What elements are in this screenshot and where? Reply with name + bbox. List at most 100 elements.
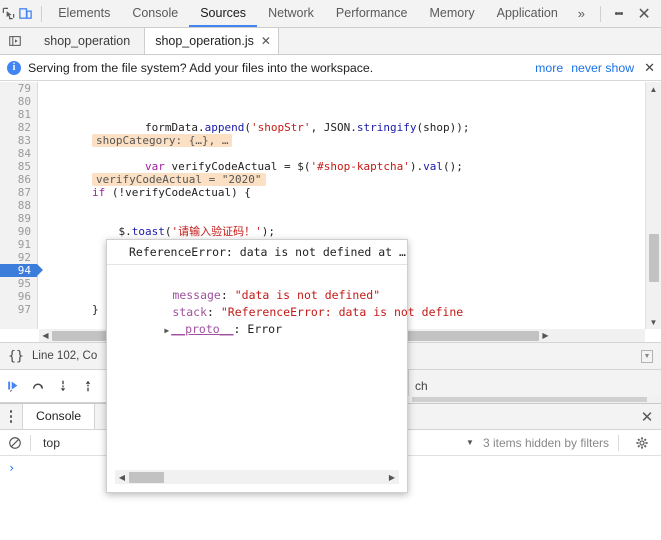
- tab-console[interactable]: Console: [121, 0, 189, 27]
- more-tabs-icon[interactable]: »: [569, 6, 594, 21]
- tab-sources[interactable]: Sources: [189, 0, 258, 27]
- property-separator: :: [233, 322, 248, 336]
- devtools-window: Elements Console Sources Network Perform…: [0, 0, 661, 540]
- property-key: message: [172, 288, 221, 302]
- navigator-folder-label[interactable]: shop_operation: [30, 34, 144, 48]
- line-number[interactable]: 81: [0, 108, 37, 121]
- file-tab-label: shop_operation.js: [155, 34, 254, 48]
- tab-performance[interactable]: Performance: [325, 0, 419, 27]
- step-out-icon[interactable]: [75, 373, 100, 399]
- step-over-icon[interactable]: [25, 373, 50, 399]
- clear-console-icon[interactable]: [0, 436, 30, 450]
- watch-section-label[interactable]: ch: [415, 379, 428, 393]
- scroll-left-icon[interactable]: ◀: [39, 331, 52, 340]
- popover-horizontal-scrollbar[interactable]: ◀ ▶: [115, 470, 399, 484]
- line-number[interactable]: 85: [0, 160, 37, 173]
- property-value: "ReferenceError: data is not define: [220, 305, 464, 319]
- line-number[interactable]: 96: [0, 290, 37, 303]
- line-number[interactable]: 79: [0, 82, 37, 95]
- step-into-icon[interactable]: [50, 373, 75, 399]
- error-object-popover: ReferenceError: data is not defined at ……: [106, 239, 463, 493]
- close-icon[interactable]: ✕: [261, 34, 271, 48]
- popout-icon[interactable]: ▼: [641, 349, 653, 363]
- line-number[interactable]: 87: [0, 186, 37, 199]
- execution-context-selector[interactable]: top: [31, 436, 72, 450]
- sources-subtoolbar: shop_operation shop_operation.js ✕: [0, 28, 661, 55]
- property-separator: :: [207, 305, 221, 319]
- filter-divider-2: [618, 434, 619, 451]
- show-navigator-icon[interactable]: [0, 28, 30, 54]
- devtools-main-toolbar: Elements Console Sources Network Perform…: [0, 0, 661, 28]
- scroll-down-icon[interactable]: ▼: [646, 315, 661, 329]
- info-message: Serving from the file system? Add your f…: [28, 60, 374, 75]
- inline-value: verifyCodeActual = "2020": [91, 173, 266, 186]
- tab-application[interactable]: Application: [486, 0, 569, 27]
- line-number[interactable]: 88: [0, 199, 37, 212]
- scroll-right-icon[interactable]: ▶: [385, 473, 399, 482]
- line-number[interactable]: 97: [0, 303, 37, 316]
- status-bar-right: ▼: [641, 349, 661, 363]
- close-icon[interactable]: ✕: [642, 60, 655, 76]
- cursor-position-label: Line 102, Co: [32, 350, 98, 362]
- horizontal-scroll-thumb[interactable]: [129, 471, 164, 483]
- code-line-79: formData.append('shopStr', JSON.stringif…: [91, 121, 470, 147]
- property-key: __proto__: [171, 322, 234, 336]
- device-toolbar-icon[interactable]: [17, 1, 34, 27]
- line-number[interactable]: 92: [0, 251, 37, 264]
- tab-network[interactable]: Network: [257, 0, 325, 27]
- tab-memory[interactable]: Memory: [418, 0, 485, 27]
- info-actions: more never show ✕: [535, 60, 655, 76]
- scroll-up-icon[interactable]: ▲: [646, 82, 661, 96]
- workspace-info-banner: i Serving from the file system? Add your…: [0, 55, 661, 81]
- code-line-81: if (!verifyCodeActual) {: [39, 186, 251, 199]
- scroll-left-icon[interactable]: ◀: [115, 473, 129, 482]
- vertical-scroll-thumb[interactable]: [649, 234, 659, 282]
- filter-right-group: ▼ 3 items hidden by filters: [466, 434, 661, 451]
- property-key: stack: [172, 305, 208, 319]
- line-number[interactable]: 91: [0, 238, 37, 251]
- line-number[interactable]: 82: [0, 121, 37, 134]
- expand-triangle-icon[interactable]: ▶: [164, 326, 169, 335]
- more-link[interactable]: more: [535, 61, 563, 75]
- line-number-gutter: 79 80 81 82 83 84 85 86 87 88 89 90 91 9…: [0, 82, 43, 329]
- property-value: "data is not defined": [234, 288, 381, 302]
- property-row-message: message: "data is not defined": [117, 270, 407, 302]
- line-number[interactable]: 84: [0, 147, 37, 160]
- tab-elements[interactable]: Elements: [47, 0, 121, 27]
- resume-icon[interactable]: [0, 373, 25, 399]
- code-line-80: var verifyCodeActual = $('#shop-kaptcha'…: [91, 160, 463, 186]
- scroll-right-icon[interactable]: ▶: [539, 331, 552, 340]
- side-panel-scroll-thumb[interactable]: [412, 397, 647, 402]
- inspect-cursor-icon[interactable]: [0, 1, 17, 27]
- line-number[interactable]: 89: [0, 212, 37, 225]
- line-number[interactable]: 83: [0, 134, 37, 147]
- line-number[interactable]: 80: [0, 95, 37, 108]
- never-show-link[interactable]: never show: [571, 61, 634, 75]
- popover-title: ReferenceError: data is not defined at …: [107, 240, 407, 265]
- gear-icon[interactable]: [628, 436, 656, 450]
- property-value: Error: [247, 322, 283, 336]
- line-number-current[interactable]: 94: [0, 264, 43, 277]
- line-number[interactable]: 86: [0, 173, 37, 186]
- panel-tabs: Elements Console Sources Network Perform…: [47, 0, 594, 27]
- close-drawer-icon[interactable]: ✕: [633, 408, 661, 426]
- file-tab-shop-operation-js[interactable]: shop_operation.js ✕: [144, 28, 279, 54]
- editor-vertical-scrollbar[interactable]: ▲ ▼: [645, 82, 661, 329]
- pretty-print-icon[interactable]: {}: [0, 349, 32, 364]
- line-number[interactable]: 95: [0, 277, 37, 290]
- property-separator: :: [220, 288, 235, 302]
- line-number[interactable]: 90: [0, 225, 37, 238]
- toolbar-divider-2: [600, 5, 602, 22]
- chevron-down-icon[interactable]: ▼: [466, 438, 474, 447]
- toolbar-divider: [40, 5, 42, 22]
- kebab-menu-icon[interactable]: [607, 1, 631, 27]
- popover-properties: message: "data is not defined" stack: "R…: [107, 265, 463, 336]
- close-devtools-icon[interactable]: ✕: [631, 1, 657, 27]
- hidden-items-message: 3 items hidden by filters: [482, 435, 609, 450]
- kebab-menu-icon[interactable]: [0, 409, 22, 424]
- drawer-tab-console[interactable]: Console: [22, 404, 96, 429]
- toolbar-right-group: ✕: [594, 1, 661, 27]
- code-line-82: $.toast('请输入验证码！');: [39, 225, 275, 238]
- inline-value: shopCategory: {…}, …: [91, 134, 233, 147]
- info-icon: i: [7, 60, 21, 75]
